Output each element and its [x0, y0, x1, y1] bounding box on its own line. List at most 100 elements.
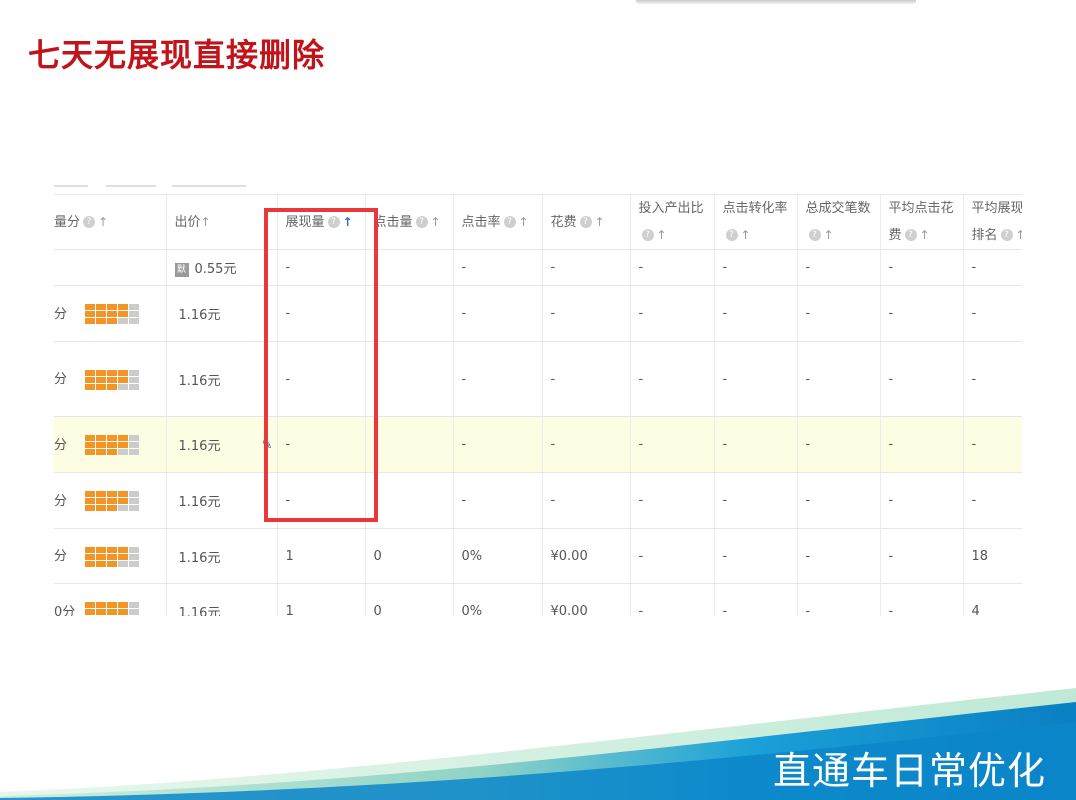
help-circle-icon[interactable]: ?: [415, 216, 428, 228]
table-row[interactable]: 分 1.16元 - - - - - - - - -: [54, 341, 1022, 417]
table-cell: ¥0.00: [542, 583, 631, 616]
table-cell: 0: [365, 583, 454, 616]
table-cell: -: [630, 285, 715, 342]
column-header[interactable]: 点击率? ↑: [453, 194, 543, 250]
help-circle-icon[interactable]: ?: [808, 229, 821, 241]
column-header-label: 投入产出比: [638, 200, 704, 216]
table-cell: 0%: [453, 528, 543, 584]
quality-score-text: 分: [54, 372, 68, 388]
table-cell: -: [630, 341, 715, 417]
quality-score-cell: 分: [54, 285, 167, 342]
sort-arrow-icon[interactable]: ↑: [1016, 228, 1022, 242]
sort-arrow-icon[interactable]: ↑: [519, 215, 529, 229]
column-header-label: 点击转化率: [722, 200, 788, 216]
table-cell: 1: [277, 583, 366, 616]
table-cell: -: [630, 472, 715, 529]
table-cell: -: [797, 249, 881, 286]
table-cell: -: [797, 472, 881, 529]
sort-arrow-icon[interactable]: ↑: [201, 215, 211, 229]
column-header-label: 点击量: [373, 214, 413, 230]
table-cell: -: [880, 249, 964, 286]
bid-cell[interactable]: 1.16元 ✎: [166, 416, 278, 473]
bid-value[interactable]: 1.16元: [179, 374, 221, 389]
table-row[interactable]: 分 1.16元 1 0 0% ¥0.00- - - -18: [54, 528, 1022, 584]
table-cell: -: [797, 416, 881, 473]
bid-cell[interactable]: 1.16元: [166, 285, 278, 342]
bid-cell[interactable]: 1.16元: [166, 528, 278, 584]
bid-value[interactable]: 1.16元: [179, 606, 221, 616]
quality-score-bars: [85, 304, 139, 325]
quality-score-text: 分: [54, 306, 68, 322]
sort-arrow-icon[interactable]: ↑: [920, 228, 930, 242]
table-cell: -: [714, 416, 798, 473]
bid-value[interactable]: 1.16元: [179, 308, 221, 323]
slide-title: 七天无展现直接删除: [28, 36, 326, 74]
table-cell: 1: [277, 528, 366, 584]
table-cell: ¥0.00: [542, 528, 631, 584]
column-header[interactable]: 点击量? ↑: [365, 194, 454, 250]
help-circle-icon[interactable]: ?: [641, 229, 654, 241]
help-circle-icon[interactable]: ?: [725, 229, 738, 241]
table-cell: -: [714, 249, 798, 286]
bid-cell[interactable]: 1.16元: [166, 583, 278, 616]
table-cell: 0%: [453, 583, 543, 616]
column-header[interactable]: 量分? ↑: [54, 194, 167, 250]
help-circle-icon[interactable]: ?: [83, 216, 96, 228]
column-header-label: 总成交笔数: [805, 200, 871, 216]
sort-arrow-icon[interactable]: ↑: [657, 228, 667, 242]
column-header[interactable]: 投入产出比? ↑: [630, 194, 715, 250]
table-row[interactable]: 分 1.16元 - - - - - - - - -: [54, 285, 1022, 342]
column-header[interactable]: 平均展现排名?↑: [963, 194, 1022, 250]
table-cell: -: [453, 341, 543, 417]
table-cell: -: [453, 416, 543, 473]
bid-value[interactable]: 1.16元: [179, 551, 221, 566]
column-header[interactable]: 点击转化率? ↑: [714, 194, 798, 250]
column-header[interactable]: 出价↑: [166, 194, 278, 250]
keyword-table: 量分? ↑ 出价↑ 展现量? ↑ 点击量? ↑ 点击率? ↑ 花费? ↑ 投入产出比? ↑ 点击转化率? ↑…: [54, 194, 1022, 616]
table-row[interactable]: 分 1.16元 - - - - - - - - -: [54, 472, 1022, 529]
help-circle-icon[interactable]: ?: [1000, 229, 1013, 241]
table-cell: -: [714, 583, 798, 616]
default-bid-cell[interactable]: 默 0.55元: [166, 249, 278, 286]
help-circle-icon[interactable]: ?: [579, 216, 592, 228]
table-header-row: 量分? ↑ 出价↑ 展现量? ↑ 点击量? ↑ 点击率? ↑ 花费? ↑ 投入产出比? ↑ 点击转化率? ↑…: [54, 194, 1022, 250]
column-header[interactable]: 花费? ↑: [542, 194, 631, 250]
table-cell: -: [963, 285, 1022, 342]
column-header-label: 出价: [174, 214, 201, 230]
table-row[interactable]: 分 1.16元 ✎ - - - - - - - - -: [54, 416, 1022, 473]
sort-arrow-icon[interactable]: ↑: [595, 215, 605, 229]
table-cell: -: [453, 472, 543, 529]
default-bid-icon: 默: [174, 262, 189, 277]
bid-value[interactable]: 1.16元: [179, 495, 221, 510]
column-header[interactable]: 平均点击花费? ↑: [880, 194, 964, 250]
sort-arrow-icon[interactable]: ↑: [824, 228, 834, 242]
table-cell: -: [880, 472, 964, 529]
sort-arrow-icon[interactable]: ↑: [98, 215, 108, 229]
quality-score-cell: 分: [54, 416, 167, 473]
quality-score-text: 分: [54, 437, 68, 453]
table-row[interactable]: 0分 1.16元 1 0 0% ¥0.00- - - -4: [54, 583, 1022, 616]
bid-cell[interactable]: 1.16元: [166, 472, 278, 529]
help-circle-icon[interactable]: ?: [503, 216, 516, 228]
help-circle-icon[interactable]: ?: [904, 229, 917, 241]
column-header[interactable]: 总成交笔数? ↑: [797, 194, 881, 250]
table-body: 默 0.55元 - - - - - - - - - 分 1.16元 - - - - - - - - - 分 1.16元 - - - -…: [54, 249, 1022, 616]
table-cell: -: [963, 416, 1022, 473]
quality-score-bars: [85, 546, 139, 567]
table-cell: -: [714, 472, 798, 529]
table-cell: -: [797, 341, 881, 417]
table-cell: -: [365, 341, 454, 417]
quality-score-cell: 分: [54, 528, 167, 584]
default-bid-row: 默 0.55元 - - - - - - - - -: [54, 249, 1022, 286]
quality-score-cell: 分: [54, 341, 167, 417]
sort-arrow-icon[interactable]: ↑: [431, 215, 441, 229]
quality-score-cell: 分: [54, 472, 167, 529]
bid-value[interactable]: 1.16元: [179, 439, 221, 454]
quality-score-text: 分: [54, 549, 68, 565]
sort-arrow-icon[interactable]: ↑: [741, 228, 751, 242]
table-cell: -: [963, 249, 1022, 286]
column-header-label: 点击率: [461, 214, 501, 230]
bid-cell[interactable]: 1.16元: [166, 341, 278, 417]
table-cell: -: [365, 416, 454, 473]
table-cell: -: [630, 583, 715, 616]
